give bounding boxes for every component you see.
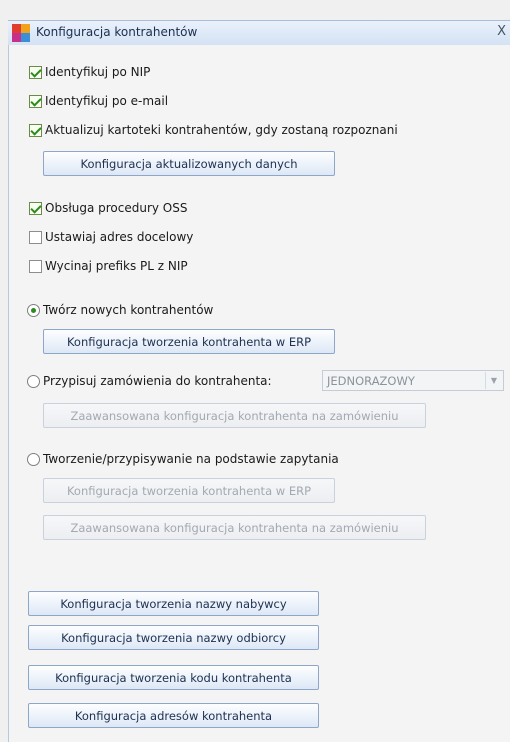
contractor-code-config-button[interactable]: Konfiguracja tworzenia kodu kontrahenta xyxy=(28,665,319,690)
by-query-label: Tworzenie/przypisywanie na podstawie zap… xyxy=(43,452,339,466)
radio-unselected-icon[interactable] xyxy=(27,452,40,466)
radio-unselected-icon[interactable] xyxy=(27,374,40,388)
app-icon xyxy=(12,24,30,42)
identify-nip-checkbox[interactable]: Identyfikuj po NIP xyxy=(29,64,150,80)
create-new-label: Twórz nowych kontrahentów xyxy=(43,303,214,317)
buyer-name-config-button[interactable]: Konfiguracja tworzenia nazwy nabywcy xyxy=(28,591,319,616)
select-value: JEDNORAZOWY xyxy=(327,373,415,388)
recipient-name-config-button[interactable]: Konfiguracja tworzenia nazwy odbiorcy xyxy=(28,625,319,650)
assign-orders-contractor-select[interactable]: JEDNORAZOWY ▼ xyxy=(322,370,504,391)
checkbox-checked-icon[interactable] xyxy=(29,123,42,137)
update-records-checkbox[interactable]: Aktualizuj kartoteki kontrahentów, gdy z… xyxy=(29,122,398,138)
identify-email-checkbox[interactable]: Identyfikuj po e-mail xyxy=(29,93,168,109)
radio-selected-icon[interactable] xyxy=(27,303,40,317)
create-contractor-erp-config-button[interactable]: Konfiguracja tworzenia kontrahenta w ERP xyxy=(43,329,335,354)
update-records-label: Aktualizuj kartoteki kontrahentów, gdy z… xyxy=(45,123,398,137)
title-bar: Konfiguracja kontrahentów X xyxy=(8,20,510,46)
cut-pl-prefix-label: Wycinaj prefiks PL z NIP xyxy=(45,259,188,273)
close-icon[interactable]: X xyxy=(497,24,506,40)
create-new-radio[interactable]: Twórz nowych kontrahentów xyxy=(27,302,213,318)
by-query-radio[interactable]: Tworzenie/przypisywanie na podstawie zap… xyxy=(27,451,339,467)
config-updated-data-button[interactable]: Konfiguracja aktualizowanych danych xyxy=(43,151,335,176)
identify-nip-label: Identyfikuj po NIP xyxy=(45,65,151,79)
oss-procedure-checkbox[interactable]: Obsługa procedury OSS xyxy=(29,200,187,216)
chevron-down-icon[interactable]: ▼ xyxy=(485,372,502,389)
set-destination-address-checkbox[interactable]: Ustawiaj adres docelowy xyxy=(29,229,193,245)
checkbox-unchecked-icon[interactable] xyxy=(29,230,42,244)
window-title: Konfiguracja kontrahentów xyxy=(36,25,198,39)
by-query-erp-config-button[interactable]: Konfiguracja tworzenia kontrahenta w ERP xyxy=(43,478,335,503)
oss-procedure-label: Obsługa procedury OSS xyxy=(45,201,188,215)
assign-orders-advanced-config-button[interactable]: Zaawansowana konfiguracja kontrahenta na… xyxy=(43,403,426,428)
contractor-addresses-config-button[interactable]: Konfiguracja adresów kontrahenta xyxy=(28,703,319,728)
checkbox-unchecked-icon[interactable] xyxy=(29,259,42,273)
identify-email-label: Identyfikuj po e-mail xyxy=(45,94,169,108)
assign-orders-radio[interactable]: Przypisuj zamówienia do kontrahenta: xyxy=(27,373,272,389)
by-query-advanced-config-button[interactable]: Zaawansowana konfiguracja kontrahenta na… xyxy=(43,515,426,540)
set-destination-address-label: Ustawiaj adres docelowy xyxy=(45,230,194,244)
cut-pl-prefix-checkbox[interactable]: Wycinaj prefiks PL z NIP xyxy=(29,258,188,274)
checkbox-checked-icon[interactable] xyxy=(29,201,42,215)
assign-orders-label: Przypisuj zamówienia do kontrahenta: xyxy=(43,374,272,388)
checkbox-checked-icon[interactable] xyxy=(29,94,42,108)
checkbox-checked-icon[interactable] xyxy=(29,65,42,79)
